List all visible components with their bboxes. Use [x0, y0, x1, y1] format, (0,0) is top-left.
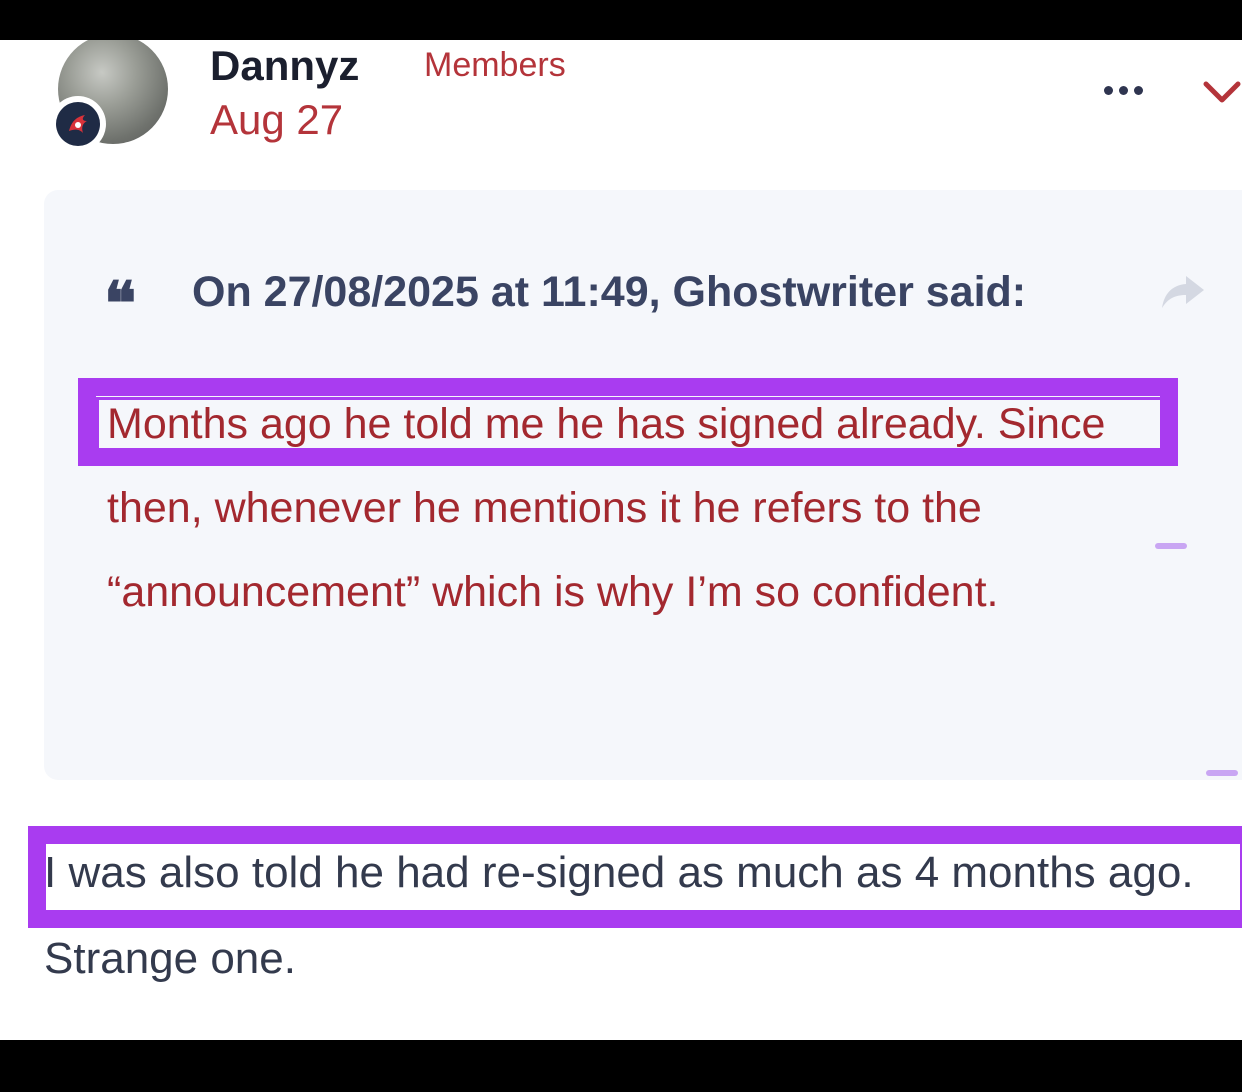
bottom-bar [0, 1040, 1242, 1092]
author-name[interactable]: Dannyz [210, 42, 359, 90]
selection-mark [1155, 543, 1187, 549]
forum-post: Dannyz Members Aug 27 ❝ On 27/08/2025 at… [0, 40, 1242, 1040]
quote-icon: ❝ [104, 269, 137, 339]
selection-mark [1206, 770, 1238, 776]
reply-body: I was also told he had re-signed as much… [44, 848, 1194, 983]
post-date[interactable]: Aug 27 [210, 96, 343, 144]
quote-body: Months ago he told me he has signed alre… [107, 400, 1106, 616]
member-group-badge: Members [424, 46, 566, 84]
team-badge-icon [50, 96, 106, 152]
chevron-down-icon[interactable] [1202, 76, 1242, 110]
quote-citation[interactable]: On 27/08/2025 at 11:49, Ghostwriter said… [192, 268, 1026, 317]
share-arrow-icon[interactable] [1158, 272, 1208, 312]
ellipsis-icon[interactable] [1104, 78, 1148, 102]
